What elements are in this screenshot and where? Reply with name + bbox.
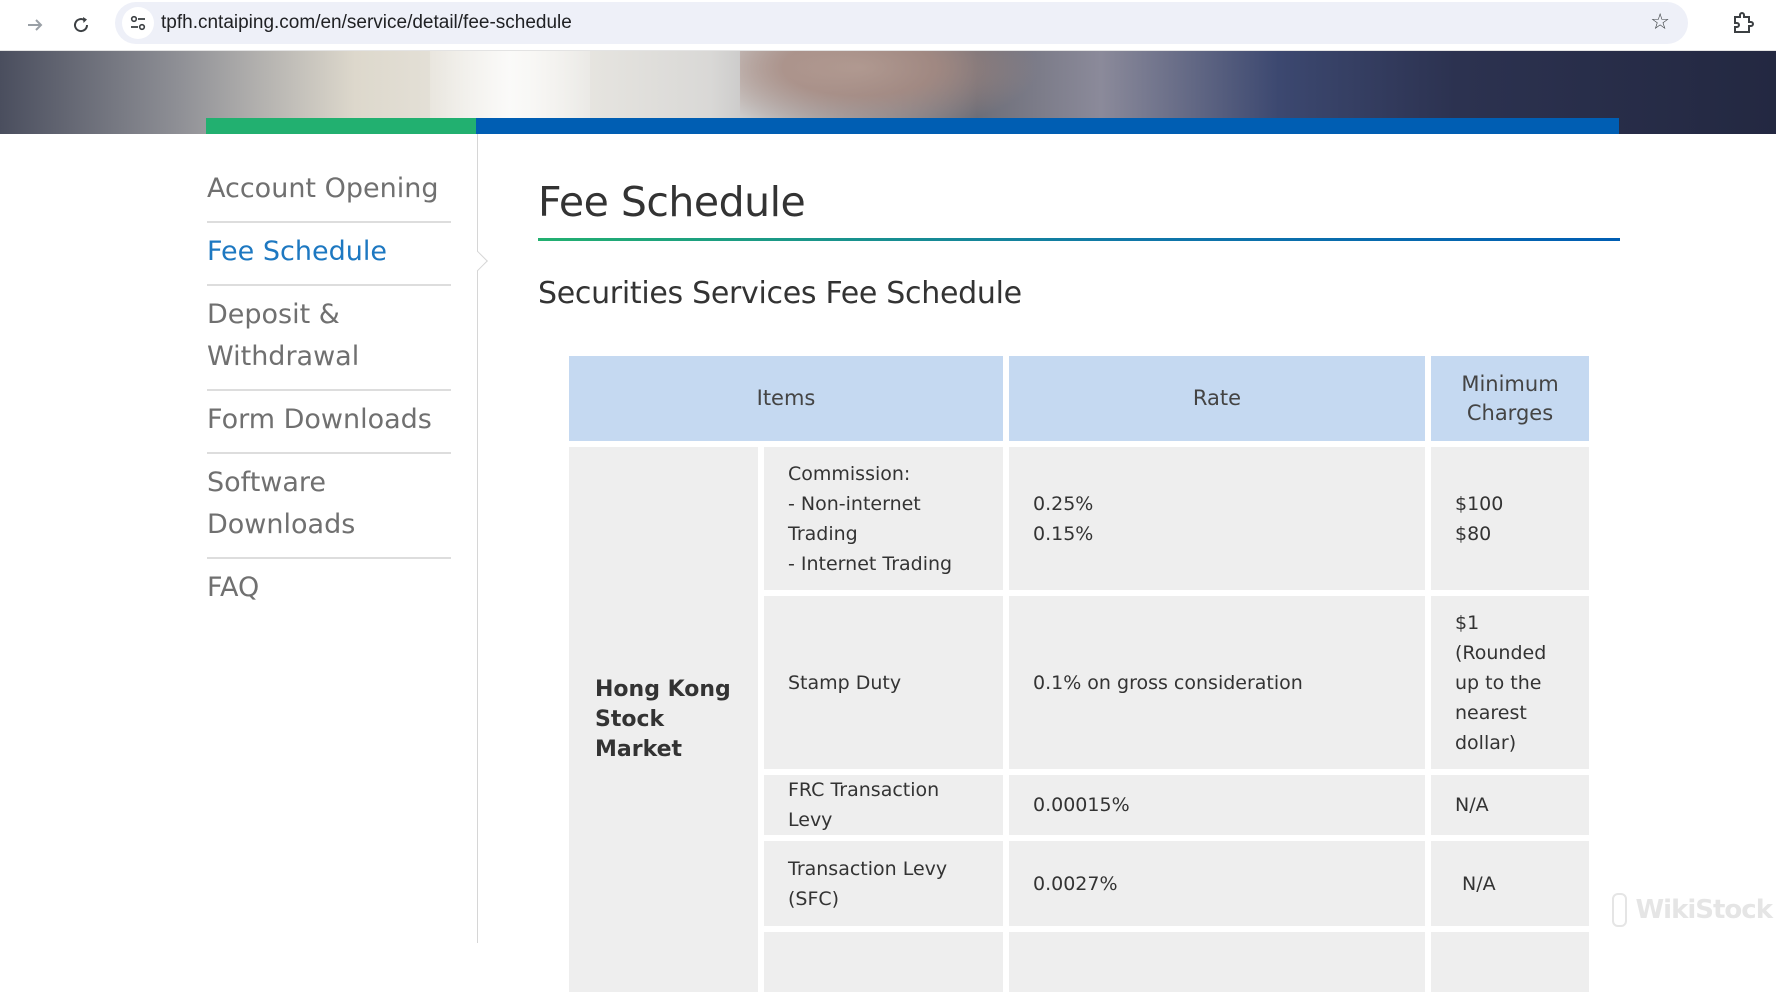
header-rate: Rate (1009, 356, 1425, 441)
rate-text: 0.00015% (1033, 794, 1130, 816)
banner-glass-decoration (430, 51, 590, 118)
item-text: - Non-internet (788, 492, 921, 515)
market-text: Market (595, 736, 683, 762)
item-cell (764, 932, 1003, 992)
sidebar-item-label: Account Opening (207, 173, 439, 204)
site-info-icon[interactable] (122, 7, 154, 39)
reload-icon[interactable] (66, 10, 96, 40)
rate-cell: 0.0027% (1009, 841, 1425, 926)
market-text: Hong Kong (595, 676, 731, 702)
rate-cell (1009, 932, 1425, 992)
minimum-text: up to the (1455, 671, 1542, 694)
item-text: Commission: (788, 462, 911, 485)
item-text: Trading (788, 522, 858, 545)
rate-text: 0.0027% (1033, 872, 1118, 895)
active-pointer-arrow (468, 251, 488, 271)
sidebar-item-label: Withdrawal (207, 341, 360, 372)
sidebar-item-software-downloads[interactable]: Software Downloads (207, 454, 451, 559)
item-text: FRC Transaction Levy (788, 779, 940, 831)
minimum-text: dollar) (1455, 731, 1517, 754)
minimum-text: $100 (1455, 492, 1504, 515)
wikistock-logo-icon (1612, 893, 1628, 927)
sidebar-item-label: Form Downloads (207, 404, 432, 435)
browser-toolbar: tpfh.cntaiping.com/en/service/detail/fee… (0, 0, 1776, 51)
market-cell: Hong Kong Stock Market (569, 447, 758, 992)
header-text: Minimum (1461, 371, 1559, 396)
table-header-row: Items Rate Minimum Charges (569, 356, 1589, 441)
header-items: Items (569, 356, 1003, 441)
minimum-text: N/A (1455, 794, 1489, 816)
sidebar-item-label: Deposit & (207, 299, 340, 330)
sidebar-item-fee-schedule[interactable]: Fee Schedule (207, 223, 451, 286)
minimum-text: $1 (1455, 611, 1480, 634)
minimum-cell (1431, 932, 1589, 992)
minimum-cell: $100 $80 (1431, 447, 1589, 590)
bookmark-star-icon[interactable]: ☆ (1650, 10, 1670, 35)
sidebar-item-label: Fee Schedule (207, 236, 387, 267)
item-text: - Internet Trading (788, 552, 953, 575)
rate-text: 0.25% (1033, 492, 1094, 515)
section-title: Securities Services Fee Schedule (538, 276, 1022, 311)
sidebar-item-deposit-withdrawal[interactable]: Deposit & Withdrawal (207, 286, 451, 391)
sidebar-item-account-opening[interactable]: Account Opening (207, 160, 451, 223)
minimum-cell: $1 (Rounded up to the nearest dollar) (1431, 596, 1589, 769)
item-cell: FRC Transaction Levy (764, 775, 1003, 835)
address-bar[interactable]: tpfh.cntaiping.com/en/service/detail/fee… (115, 2, 1688, 44)
sidebar-nav: Account Opening Fee Schedule Deposit & W… (207, 160, 451, 620)
rate-cell: 0.1% on gross consideration (1009, 596, 1425, 769)
minimum-cell: N/A (1431, 841, 1589, 926)
minimum-text: N/A (1462, 872, 1496, 895)
sidebar-item-form-downloads[interactable]: Form Downloads (207, 391, 451, 454)
item-cell: Transaction Levy (SFC) (764, 841, 1003, 926)
rate-text: 0.1% on gross consideration (1033, 671, 1303, 694)
rate-cell: 0.25% 0.15% (1009, 447, 1425, 590)
watermark-text: WikiStock (1635, 895, 1773, 925)
banner-stripe-blue (476, 118, 1619, 134)
wikistock-watermark: WikiStock (1612, 890, 1773, 930)
fee-table: Items Rate Minimum Charges Hong Kong Sto… (563, 350, 1595, 998)
item-text: (SFC) (788, 887, 840, 910)
item-cell: Commission: - Non-internet Trading - Int… (764, 447, 1003, 590)
title-underline (538, 238, 1620, 241)
item-text: Stamp Duty (788, 671, 902, 694)
page-title: Fee Schedule (538, 178, 806, 226)
minimum-text: (Rounded (1455, 641, 1547, 664)
forward-arrow-icon[interactable] (20, 10, 50, 40)
rate-text: 0.15% (1033, 522, 1094, 545)
header-minimum-charges: Minimum Charges (1431, 356, 1589, 441)
market-text: Stock (595, 706, 665, 732)
item-cell: Stamp Duty (764, 596, 1003, 769)
minimum-cell: N/A (1431, 775, 1589, 835)
sidebar-item-label: Downloads (207, 509, 356, 540)
sidebar-item-label: Software (207, 467, 327, 498)
header-text: Charges (1466, 400, 1554, 425)
banner-stripe-green (206, 118, 476, 134)
extensions-icon[interactable] (1728, 9, 1758, 39)
minimum-text: nearest (1455, 701, 1527, 724)
minimum-text: $80 (1455, 522, 1492, 545)
table-row: Hong Kong Stock Market Commission: - Non… (569, 447, 1589, 992)
item-text: Transaction Levy (788, 857, 948, 880)
sidebar-item-faq[interactable]: FAQ (207, 559, 451, 620)
rate-cell: 0.00015% (1009, 775, 1425, 835)
url-text[interactable]: tpfh.cntaiping.com/en/service/detail/fee… (161, 12, 572, 34)
sidebar-item-label: FAQ (207, 572, 260, 603)
